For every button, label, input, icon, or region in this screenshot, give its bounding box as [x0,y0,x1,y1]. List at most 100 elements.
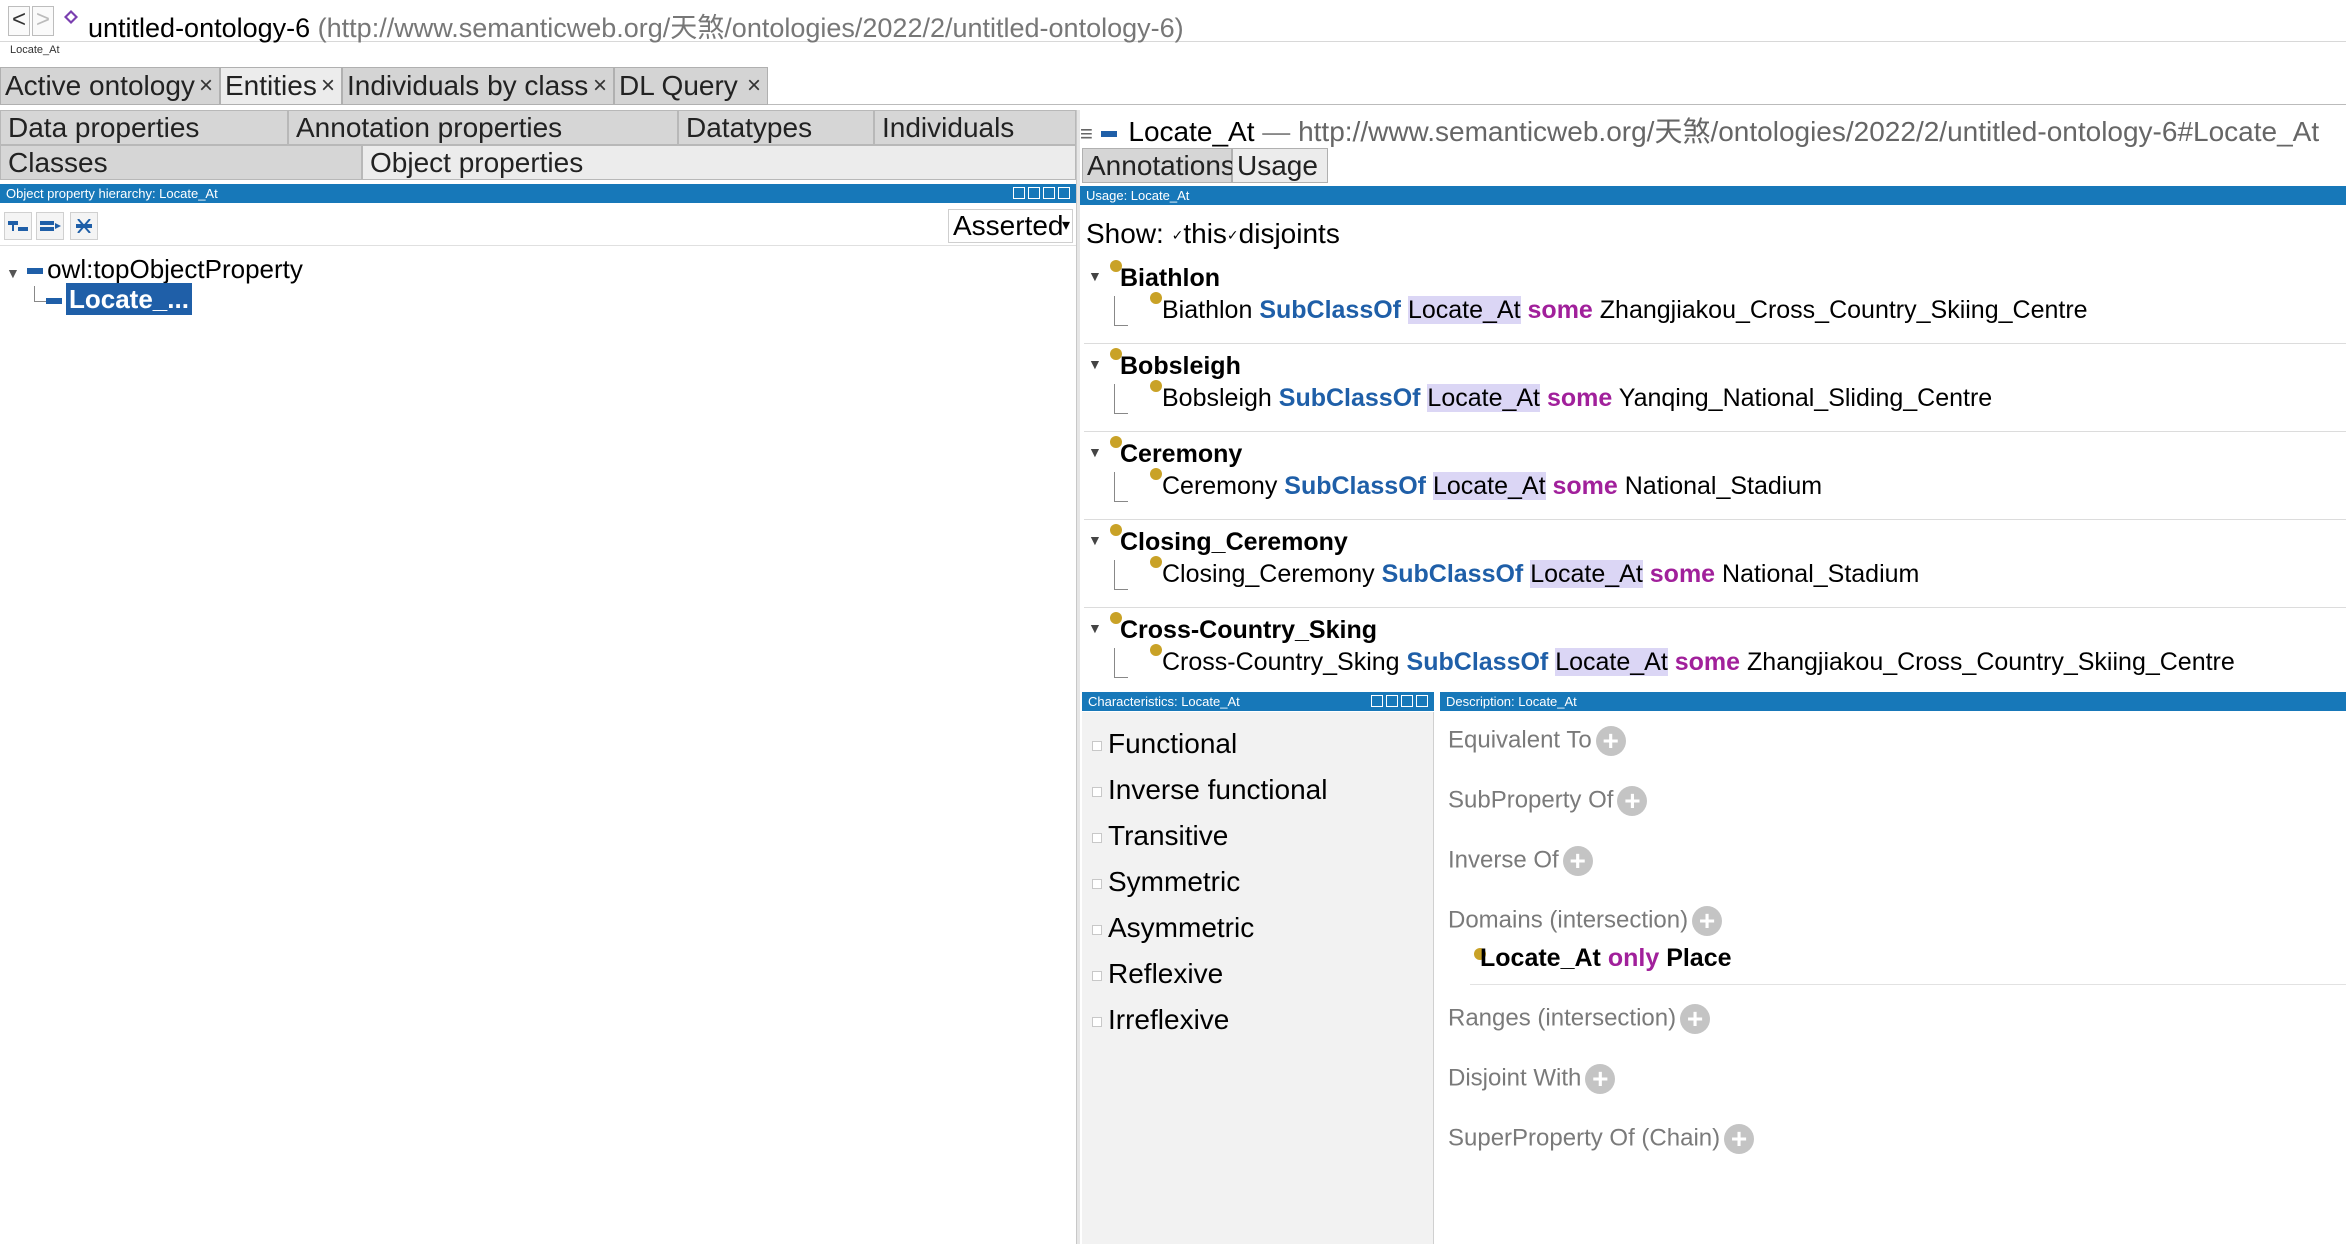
divider [1470,984,2346,985]
show-disjoints-label: disjoints [1238,218,1340,249]
checkbox[interactable] [1092,970,1102,981]
usage-class-name[interactable]: Ceremony [1120,440,1242,469]
characteristic-inverse-functional[interactable]: Inverse functional [1092,774,1327,806]
checkbox[interactable] [1092,1016,1102,1027]
entity-tabs: Data properties Annotation properties Da… [0,110,1076,182]
collapse-triangle-icon[interactable]: ▼ [1088,356,1102,372]
axiom-bullet-icon [1150,380,1162,392]
usage-axiom[interactable]: Biathlon SubClassOf Locate_At some Zhang… [1162,296,2088,325]
chevron-down-icon: ▾ [1061,217,1070,234]
tree-connector [34,286,46,302]
tab-classes[interactable]: Classes [0,145,362,180]
close-icon[interactable]: × [199,68,213,104]
characteristic-functional[interactable]: Functional [1092,728,1237,760]
tab-dl-query[interactable]: DL Query × [614,67,768,105]
tab-individuals-by-class[interactable]: Individuals by class × [342,67,614,105]
view-float-icon[interactable] [1386,695,1398,707]
usage-axiom[interactable]: Ceremony SubClassOf Locate_At some Natio… [1162,472,1822,501]
axiom-bullet-icon [1150,644,1162,656]
disjoints-checkbox[interactable]: ✓ [1227,227,1239,243]
view-maximize-icon[interactable] [1043,187,1055,199]
menu-icon[interactable]: ≡ [1080,121,1093,146]
inverse-of-section: Inverse Of + [1448,846,1593,876]
tab-annotation-properties[interactable]: Annotation properties [288,110,678,145]
tree-item-top-object-property[interactable]: ▼ owl:topObjectProperty [6,254,303,285]
usage-class-name[interactable]: Cross-Country_Sking [1120,616,1377,645]
view-close-icon[interactable] [1058,187,1070,199]
add-icon[interactable]: + [1585,1064,1616,1094]
add-icon[interactable]: + [1692,906,1723,936]
view-menu-icon[interactable] [1013,187,1025,199]
usage-axiom[interactable]: Cross-Country_Sking SubClassOf Locate_At… [1162,648,2235,677]
add-icon[interactable]: + [1680,1004,1711,1034]
collapse-triangle-icon[interactable]: ▼ [1088,444,1102,460]
usage-group: ▼ Ceremony Ceremony SubClassOf Locate_At… [1084,432,2346,520]
tab-object-properties[interactable]: Object properties [362,145,1076,180]
equivalent-to-section: Equivalent To + [1448,726,1626,756]
tree-connector [1114,296,1128,326]
characteristic-transitive[interactable]: Transitive [1092,820,1228,852]
add-icon[interactable]: + [1595,726,1626,756]
back-button[interactable]: < [8,6,30,36]
tree-item-locate-at[interactable]: Locate_... [46,283,192,315]
usage-group: ▼ Biathlon Biathlon SubClassOf Locate_At… [1084,256,2346,344]
delete-property-icon[interactable] [70,212,98,240]
add-icon[interactable]: + [1724,1124,1755,1154]
tab-individuals[interactable]: Individuals [874,110,1076,145]
breadcrumb[interactable]: Locate_At [10,44,60,56]
checkbox[interactable] [1092,924,1102,935]
characteristic-reflexive[interactable]: Reflexive [1092,958,1223,990]
usage-class-name[interactable]: Biathlon [1120,264,1220,293]
window-title: untitled-ontology-6 (http://www.semantic… [88,6,1184,45]
close-icon[interactable]: × [321,68,335,104]
tab-datatypes[interactable]: Datatypes [678,110,874,145]
axiom-bullet-icon [1150,292,1162,304]
characteristics-panel: Functional Inverse functional Transitive… [1082,712,1434,1244]
collapse-triangle-icon[interactable]: ▼ [1088,532,1102,548]
view-menu-icon[interactable] [1371,695,1383,707]
axiom-bullet-icon [1150,556,1162,568]
tab-active-ontology[interactable]: Active ontology × [0,67,220,105]
entity-name: Locate_At [1128,116,1255,147]
add-icon[interactable]: + [1617,786,1648,816]
checkbox[interactable] [1092,832,1102,843]
usage-axiom[interactable]: Closing_Ceremony SubClassOf Locate_At so… [1162,560,1919,589]
this-checkbox[interactable]: ✓ [1172,227,1184,243]
usage-group: ▼ Cross-Country_Sking Cross-Country_Skin… [1084,608,2346,696]
view-float-icon[interactable] [1028,187,1040,199]
characteristic-asymmetric[interactable]: Asymmetric [1092,912,1254,944]
show-filter: Show: ✓this✓disjoints [1086,218,1340,250]
forward-button[interactable]: > [32,6,54,36]
object-property-icon [1100,130,1117,137]
characteristic-symmetric[interactable]: Symmetric [1092,866,1240,898]
add-subproperty-icon[interactable] [4,212,32,240]
entity-header: ≡ Locate_At — http://www.semanticweb.org… [1080,110,2346,147]
tree-connector [1114,472,1128,502]
view-maximize-icon[interactable] [1401,695,1413,707]
usage-class-name[interactable]: Bobsleigh [1120,352,1241,381]
tab-entities[interactable]: Entities × [220,67,342,105]
expand-triangle-icon[interactable]: ▼ [6,265,20,281]
characteristic-irreflexive[interactable]: Irreflexive [1092,1004,1229,1036]
collapse-triangle-icon[interactable]: ▼ [1088,268,1102,284]
split-divider[interactable] [1076,110,1080,1244]
add-sibling-property-icon[interactable] [36,212,64,240]
checkbox[interactable] [1092,878,1102,889]
domains-section: Domains (intersection) + [1448,906,1723,936]
close-icon[interactable]: × [747,68,761,104]
usage-class-name[interactable]: Closing_Ceremony [1120,528,1348,557]
view-close-icon[interactable] [1416,695,1428,707]
domain-axiom[interactable]: Locate_At only Place [1480,944,1732,973]
checkbox[interactable] [1092,786,1102,797]
asserted-dropdown[interactable]: Asserted ▾ [948,209,1073,243]
usage-group: ▼ Closing_Ceremony Closing_Ceremony SubC… [1084,520,2346,608]
add-icon[interactable]: + [1562,846,1593,876]
close-icon[interactable]: × [593,68,607,104]
tab-usage[interactable]: Usage [1232,148,1328,183]
ontology-name: untitled-ontology-6 [88,13,311,43]
usage-axiom[interactable]: Bobsleigh SubClassOf Locate_At some Yanq… [1162,384,1992,413]
collapse-triangle-icon[interactable]: ▼ [1088,620,1102,636]
tab-annotations[interactable]: Annotations [1082,148,1235,183]
checkbox[interactable] [1092,740,1102,751]
tab-data-properties[interactable]: Data properties [0,110,288,145]
